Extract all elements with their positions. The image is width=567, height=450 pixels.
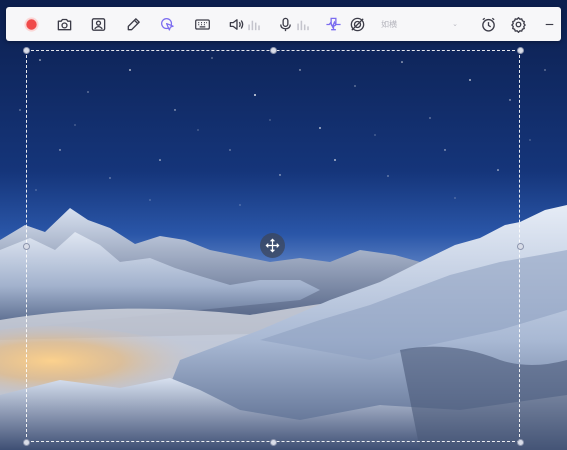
keyboard-icon (194, 18, 210, 30)
microphone-button[interactable] (275, 14, 295, 34)
record-button[interactable] (21, 14, 41, 34)
minimize-button[interactable] (539, 14, 559, 34)
recorder-toolbar: 如横 ⌄ (6, 7, 561, 41)
settings-button[interactable] (508, 14, 528, 34)
system-audio-button[interactable] (226, 14, 246, 34)
timer-icon (481, 17, 495, 32)
resize-handle-bottom-left[interactable] (23, 439, 30, 446)
noise-reduction-icon (325, 17, 341, 30)
webcam-user-icon (91, 17, 105, 31)
resize-handle-bottom[interactable] (270, 439, 277, 446)
keystroke-button[interactable] (192, 14, 212, 34)
cursor-highlight-button[interactable] (157, 14, 177, 34)
record-icon (23, 16, 39, 32)
gear-icon (510, 16, 526, 33)
schedule-button[interactable] (478, 14, 498, 34)
move-handle[interactable] (260, 233, 285, 258)
webcam-button[interactable] (88, 14, 108, 34)
pen-icon (127, 17, 140, 30)
resize-handle-bottom-right[interactable] (517, 439, 524, 446)
mode-select[interactable]: 如横 ⌄ (378, 16, 460, 32)
noise-reduction-button[interactable] (323, 14, 343, 34)
resize-handle-right[interactable] (517, 243, 524, 250)
mic-level (295, 14, 311, 34)
no-target-icon (350, 17, 364, 31)
resize-handle-top-right[interactable] (517, 47, 524, 54)
resize-handle-top-left[interactable] (23, 47, 30, 54)
system-audio-level-icon (248, 20, 260, 30)
cursor-click-icon (160, 17, 174, 31)
resize-handle-left[interactable] (23, 243, 30, 250)
minimize-icon (545, 23, 553, 25)
chevron-down-icon: ⌄ (452, 21, 458, 28)
system-audio-level (246, 14, 262, 34)
resize-handle-top[interactable] (270, 47, 277, 54)
microphone-icon (279, 17, 291, 31)
mode-select-value: 如横 (381, 19, 397, 29)
draw-button[interactable] (123, 14, 143, 34)
move-handle-icon (265, 238, 280, 253)
screenshot-button[interactable] (54, 14, 74, 34)
mic-level-icon (297, 20, 309, 30)
target-toggle-button[interactable] (347, 14, 367, 34)
camera-icon (57, 18, 71, 30)
speaker-icon (229, 18, 243, 30)
